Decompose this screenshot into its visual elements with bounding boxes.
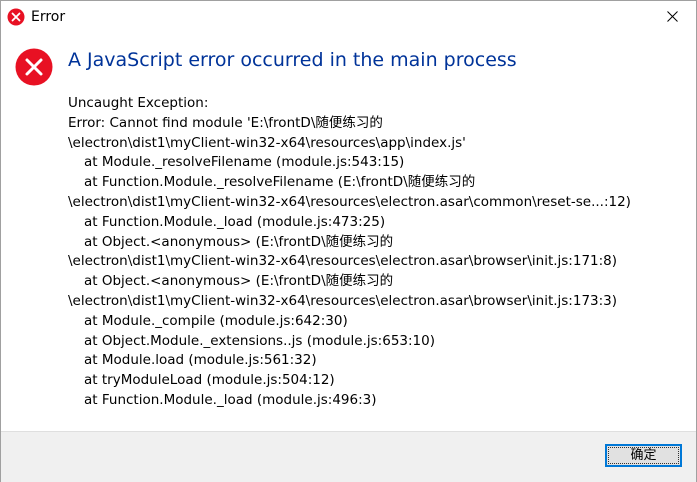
title-bar[interactable]: Error bbox=[1, 1, 696, 32]
dialog-content: A JavaScript error occurred in the main … bbox=[1, 32, 696, 431]
stack-frame: at Module._compile (module.js:642:30) bbox=[84, 312, 348, 329]
stack-frame-continuation: \electron\dist1\myClient-win32-x64\resou… bbox=[68, 292, 618, 309]
window-title: Error bbox=[31, 9, 66, 25]
message-line: Uncaught Exception: bbox=[68, 95, 209, 111]
stack-frame: at Object.Module._extensions..js (module… bbox=[84, 332, 435, 349]
ok-button-label: 确定 bbox=[630, 448, 657, 463]
stack-frame: at tryModuleLoad (module.js:504:12) bbox=[84, 372, 335, 389]
stack-frame: at Function.Module._load (module.js:473:… bbox=[84, 213, 386, 230]
stack-frame: at Function.Module._load (module.js:496:… bbox=[84, 391, 377, 408]
ok-button[interactable]: 确定 bbox=[605, 444, 682, 467]
close-button[interactable] bbox=[650, 1, 696, 32]
dialog-heading: A JavaScript error occurred in the main … bbox=[68, 49, 517, 71]
close-icon bbox=[667, 11, 678, 22]
stack-frame: at Object.<anonymous> (E:\frontD\随便练习的 bbox=[84, 233, 394, 250]
dialog-footer: 确定 bbox=[1, 431, 696, 482]
message-line: Error: Cannot find module 'E:\frontD\随便练… bbox=[68, 114, 383, 131]
stack-frame: at Module._resolveFilename (module.js:54… bbox=[84, 154, 405, 171]
stack-frame-continuation: \electron\dist1\myClient-win32-x64\resou… bbox=[68, 253, 618, 270]
error-dialog-window: Error A JavaScript error occurred in the… bbox=[0, 0, 697, 482]
error-icon bbox=[7, 8, 25, 26]
error-message: Uncaught Exception: Error: Cannot find m… bbox=[68, 94, 688, 411]
stack-frame: at Function.Module._resolveFilename (E:\… bbox=[84, 174, 476, 191]
message-line: \electron\dist1\myClient-win32-x64\resou… bbox=[68, 134, 466, 151]
stack-frame: at Object.<anonymous> (E:\frontD\随便练习的 bbox=[84, 273, 394, 290]
error-icon bbox=[15, 48, 53, 86]
stack-frame-continuation: \electron\dist1\myClient-win32-x64\resou… bbox=[68, 193, 631, 210]
stack-frame: at Module.load (module.js:561:32) bbox=[84, 352, 317, 369]
